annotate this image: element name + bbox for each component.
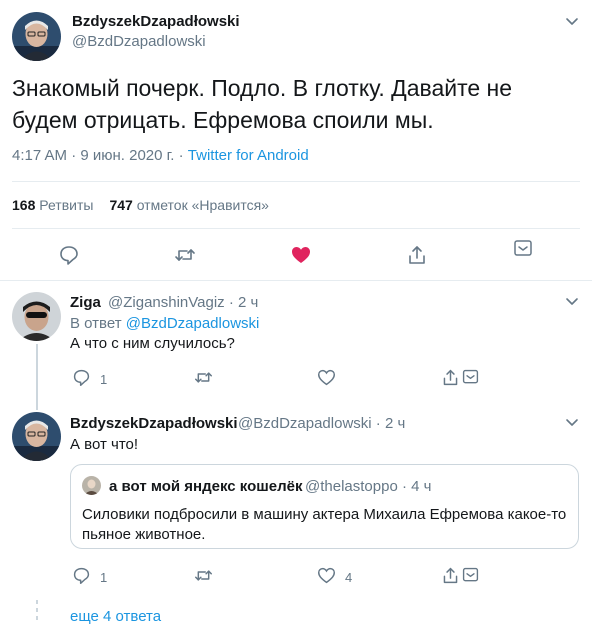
tweet-text: А что с ним случилось? xyxy=(70,335,235,352)
reply-icon[interactable] xyxy=(72,368,91,387)
avatar xyxy=(82,476,101,495)
retweet-icon[interactable] xyxy=(174,244,196,266)
tweet-stats: 168 Ретвиты 747 отметок «Нравится» xyxy=(12,197,269,213)
chevron-down-icon[interactable] xyxy=(564,13,580,29)
reply-count: 1 xyxy=(100,570,108,585)
chevron-down-icon[interactable] xyxy=(564,293,580,309)
quoted-text: Силовики подбросили в машину актера Миха… xyxy=(82,506,567,543)
retweets-count: 168 xyxy=(12,197,36,213)
quoted-time: · 4 ч xyxy=(401,478,432,495)
quoted-author-name: а вот мой яндекс кошелёк xyxy=(109,478,303,495)
share-icon[interactable] xyxy=(441,566,460,585)
author-handle-and-time: @ZiganshinVagiz · 2 ч xyxy=(108,294,258,311)
heart-icon[interactable] xyxy=(317,368,336,387)
reply-icon[interactable] xyxy=(72,566,91,585)
thread-line xyxy=(36,344,38,410)
show-more-replies-link[interactable]: еще 4 ответа xyxy=(70,608,161,625)
likes-stat[interactable]: 747 отметок «Нравится» xyxy=(109,197,269,213)
tweet-time[interactable]: · 2 ч xyxy=(376,415,406,432)
tweet-source[interactable]: Twitter for Android xyxy=(188,147,309,164)
reply-context: В ответ @BzdDzapadlowski xyxy=(70,315,259,332)
divider xyxy=(12,228,580,229)
reply-count: 1 xyxy=(100,372,108,387)
tweet-text: А вот что! xyxy=(70,436,139,453)
divider xyxy=(0,280,592,281)
reply-to-prefix: В ответ xyxy=(70,315,126,332)
bookmark-icon[interactable] xyxy=(461,368,480,387)
retweet-icon[interactable] xyxy=(194,368,213,387)
heart-icon[interactable] xyxy=(317,566,336,585)
quoted-tweet[interactable]: а вот мой яндекс кошелёк @thelastoppo · … xyxy=(70,464,579,549)
thread-continuation-dots xyxy=(36,600,38,624)
quoted-handle-and-time: @thelastoppo · 4 ч xyxy=(305,478,431,495)
likes-count: 747 xyxy=(109,197,133,213)
avatar[interactable] xyxy=(12,12,61,61)
retweets-stat[interactable]: 168 Ретвиты xyxy=(12,197,93,213)
avatar[interactable] xyxy=(12,412,61,461)
author-handle-and-time: @BzdDzapadlowski · 2 ч xyxy=(238,415,405,432)
like-count: 4 xyxy=(345,570,353,585)
retweets-label: Ретвиты xyxy=(39,197,94,213)
heart-icon[interactable] xyxy=(290,244,312,266)
divider xyxy=(12,181,580,182)
retweet-icon[interactable] xyxy=(194,566,213,585)
author-name[interactable]: BzdyszekDzapadłowski xyxy=(72,13,240,30)
reply-icon[interactable] xyxy=(58,244,80,266)
tweet-time[interactable]: 4:17 AM · 9 июн. 2020 г. · xyxy=(12,147,188,164)
likes-label: отметок «Нравится» xyxy=(136,197,269,213)
author-name[interactable]: BzdyszekDzapadłowski xyxy=(70,415,238,432)
author-handle[interactable]: @BzdDzapadlowski xyxy=(72,33,206,50)
quoted-author-handle: @thelastoppo xyxy=(305,478,398,495)
avatar[interactable] xyxy=(12,292,61,341)
tweet-text: Знакомый почерк. Подло. В глотку. Давайт… xyxy=(12,75,513,133)
author-handle[interactable]: @ZiganshinVagiz xyxy=(108,294,225,311)
reply-to-handle[interactable]: @BzdDzapadlowski xyxy=(126,315,260,332)
share-icon[interactable] xyxy=(441,368,460,387)
author-name[interactable]: Ziga xyxy=(70,294,101,311)
bookmark-icon[interactable] xyxy=(512,238,534,260)
share-icon[interactable] xyxy=(406,244,428,266)
tweet-meta: 4:17 AM · 9 июн. 2020 г. · Twitter for A… xyxy=(12,147,309,164)
author-handle[interactable]: @BzdDzapadlowski xyxy=(238,415,372,432)
tweet-time[interactable]: · 2 ч xyxy=(229,294,259,311)
bookmark-icon[interactable] xyxy=(461,566,480,585)
chevron-down-icon[interactable] xyxy=(564,414,580,430)
